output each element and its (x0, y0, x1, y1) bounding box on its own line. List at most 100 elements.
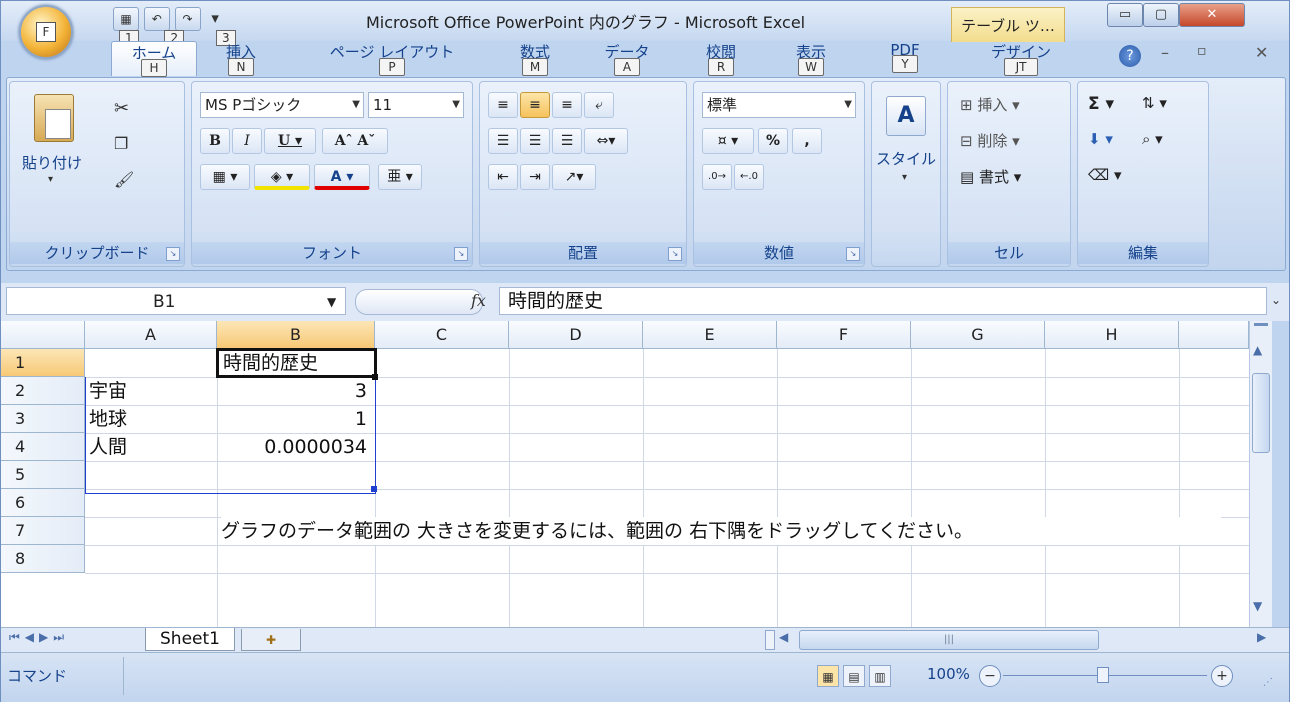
column-header-a[interactable]: A (85, 321, 217, 349)
delete-cells-button[interactable]: ⊟ 削除 ▾ (960, 130, 1020, 151)
expand-formula-bar-icon[interactable]: ⌄ (1271, 293, 1281, 307)
phonetic-icon[interactable]: 亜 ▾ (378, 164, 422, 190)
wrap-text-icon[interactable]: ⤶ (584, 92, 614, 118)
styles-icon[interactable]: A (886, 96, 926, 136)
zoom-in-icon[interactable]: + (1211, 665, 1233, 687)
vertical-scrollbar[interactable]: ▲ ▼ (1249, 321, 1272, 627)
font-grow-shrink-icon[interactable]: Aˆ Aˇ (322, 128, 388, 154)
find-select-icon[interactable]: ⌕ ▾ (1142, 130, 1163, 148)
scroll-up-icon[interactable]: ▲ (1253, 343, 1262, 357)
zoom-out-icon[interactable]: − (979, 665, 1001, 687)
tab-data[interactable]: データ A (589, 41, 665, 76)
borders-icon[interactable]: ▦ ▾ (200, 164, 250, 190)
align-left-icon[interactable]: ☰ (488, 128, 518, 154)
clipboard-launcher-icon[interactable]: ↘ (166, 247, 180, 261)
tab-pdf[interactable]: PDF Y (875, 41, 935, 75)
merge-center-icon[interactable]: ⇔▾ (584, 128, 628, 154)
fill-color-icon[interactable]: ◈ ▾ (254, 164, 310, 190)
styles-dropdown-icon[interactable]: ▾ (902, 172, 907, 183)
cell-a3[interactable]: 地球 (89, 405, 215, 433)
increase-indent-icon[interactable]: ⇥ (520, 164, 550, 190)
font-launcher-icon[interactable]: ↘ (454, 247, 468, 261)
column-header-b[interactable]: B (217, 321, 375, 349)
insert-function-icon[interactable]: fx (471, 291, 486, 310)
cell-a4[interactable]: 人間 (89, 433, 215, 461)
row-header-6[interactable]: 6 (1, 489, 85, 517)
row-header-5[interactable]: 5 (1, 461, 85, 489)
cell-a2[interactable]: 宇宙 (89, 377, 215, 405)
cut-icon[interactable]: ✂ (114, 98, 129, 119)
row-header-4[interactable]: 4 (1, 433, 85, 461)
column-header-g[interactable]: G (911, 321, 1045, 349)
paste-dropdown-icon[interactable]: ▾ (48, 174, 53, 185)
scroll-down-icon[interactable]: ▼ (1253, 599, 1262, 613)
row-header-2[interactable]: 2 (1, 377, 85, 405)
formula-input[interactable]: 時間的歴史 (499, 287, 1267, 315)
tab-insert[interactable]: 挿入 N (213, 41, 269, 76)
vertical-scroll-thumb[interactable] (1252, 373, 1270, 453)
format-cells-button[interactable]: ▤ 書式 ▾ (960, 166, 1021, 187)
font-color-icon[interactable]: A ▾ (314, 164, 370, 190)
cell-b3[interactable]: 1 (217, 405, 375, 433)
tab-review[interactable]: 校閲 R (691, 41, 751, 76)
context-tab-table-tools[interactable]: テーブル ツ… (951, 7, 1065, 42)
maximize-button[interactable]: ▢ (1143, 3, 1179, 27)
accounting-format-icon[interactable]: ¤ ▾ (702, 128, 754, 154)
format-painter-icon[interactable]: 🖌 (114, 170, 134, 189)
column-header-c[interactable]: C (375, 321, 509, 349)
styles-button-label[interactable]: スタイル (876, 148, 936, 169)
fill-icon[interactable]: ⬇ ▾ (1088, 130, 1113, 148)
copy-icon[interactable]: ❐ (114, 134, 128, 153)
qat-customize-icon[interactable]: ▾ (211, 9, 219, 27)
tab-home[interactable]: ホーム H (111, 41, 197, 77)
decrease-decimal-icon[interactable]: ←.0 (734, 164, 764, 190)
row-header-8[interactable]: 8 (1, 545, 85, 573)
align-center-icon[interactable]: ☰ (520, 128, 550, 154)
row-header-7[interactable]: 7 (1, 517, 85, 545)
cell-b4[interactable]: 0.0000034 (217, 433, 375, 461)
comma-style-icon[interactable]: , (792, 128, 822, 154)
page-layout-view-icon[interactable]: ▤ (843, 665, 865, 687)
resize-grip-icon[interactable]: ⋰ (1263, 677, 1273, 688)
column-header-e[interactable]: E (643, 321, 777, 349)
worksheet-grid[interactable]: A B C D E F G H 1 2 3 4 5 6 7 8 時間的歴史 宇宙… (1, 321, 1249, 627)
align-bottom-icon[interactable]: ≡ (552, 92, 582, 118)
percent-icon[interactable]: % (758, 128, 788, 154)
insert-sheet-icon[interactable]: ✚ (241, 629, 301, 651)
column-header-i[interactable] (1179, 321, 1249, 349)
undo-icon[interactable]: ↶ (143, 7, 170, 31)
scroll-left-icon[interactable]: ◀ (779, 630, 788, 644)
tab-design[interactable]: デザイン JT (971, 41, 1071, 76)
column-header-h[interactable]: H (1045, 321, 1179, 349)
tab-view[interactable]: 表示 W (781, 41, 841, 76)
cell-b2[interactable]: 3 (217, 377, 375, 405)
orientation-icon[interactable]: ↗▾ (552, 164, 596, 190)
increase-decimal-icon[interactable]: .0→ (702, 164, 732, 190)
sort-filter-icon[interactable]: ⇅ ▾ (1142, 94, 1167, 112)
zoom-slider-thumb[interactable] (1097, 667, 1109, 683)
column-header-f[interactable]: F (777, 321, 911, 349)
page-break-view-icon[interactable]: ▥ (869, 665, 891, 687)
underline-icon[interactable]: U ▾ (264, 128, 316, 154)
range-resize-handle[interactable] (371, 486, 377, 492)
normal-view-icon[interactable]: ▦ (817, 665, 839, 687)
row-header-3[interactable]: 3 (1, 405, 85, 433)
tab-page-layout[interactable]: ページ レイアウト P (307, 41, 477, 76)
zoom-level[interactable]: 100% (927, 665, 970, 683)
align-middle-icon[interactable]: ≡ (520, 92, 550, 118)
row-header-1[interactable]: 1 (1, 349, 85, 377)
formula-bar-splitter[interactable] (355, 289, 483, 315)
align-top-icon[interactable]: ≡ (488, 92, 518, 118)
split-box[interactable] (1254, 323, 1268, 326)
help-icon[interactable]: ? (1119, 45, 1141, 67)
tab-split-handle[interactable] (765, 630, 775, 650)
sheet-nav-icons[interactable]: ⏮◀▶⏭ (9, 630, 69, 645)
autosum-icon[interactable]: Σ ▾ (1088, 94, 1114, 114)
save-icon[interactable]: ▦ (113, 7, 139, 31)
select-all-corner[interactable] (1, 321, 85, 349)
cell-b7-instructions[interactable]: グラフのデータ範囲の 大きさを変更するには、範囲の 右下隅をドラッグしてください… (221, 517, 1221, 545)
column-header-d[interactable]: D (509, 321, 643, 349)
name-box[interactable]: B1 ▼ (6, 287, 346, 315)
name-box-dropdown-icon[interactable]: ▼ (327, 288, 336, 316)
redo-icon[interactable]: ↷ (174, 7, 201, 31)
